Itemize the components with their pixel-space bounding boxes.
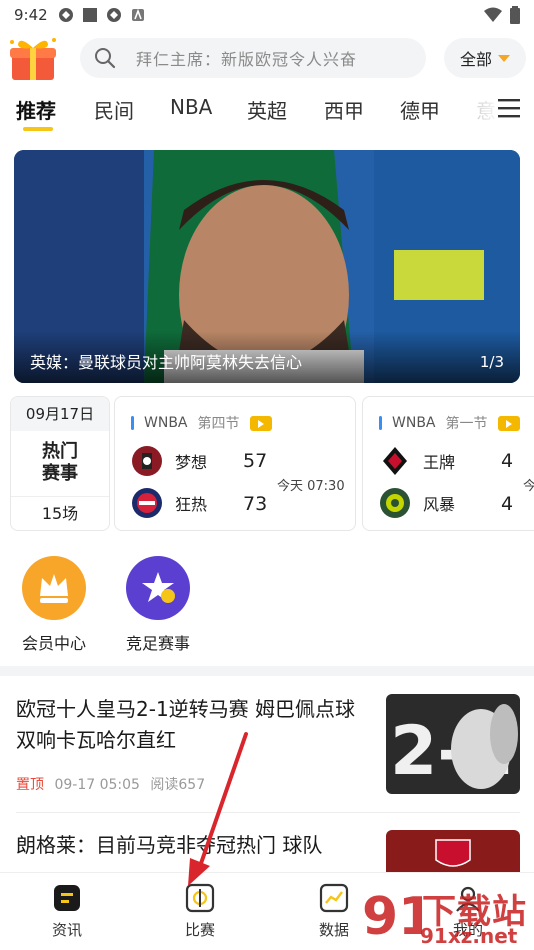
news-item[interactable]: 朗格莱：目前马竞非夺冠热门 球队 bbox=[0, 830, 534, 872]
fever-team-logo-icon bbox=[132, 488, 162, 518]
news-title: 朗格莱：目前马竞非夺冠热门 球队 bbox=[16, 833, 323, 857]
news-thumbnail bbox=[386, 830, 520, 872]
match-card[interactable]: WNBA 第一节 王牌 4 风暴 4 今 bbox=[362, 396, 534, 531]
match-time: 今 bbox=[523, 479, 534, 494]
league-bar bbox=[379, 416, 382, 430]
menu-icon[interactable] bbox=[498, 98, 520, 118]
system-icons bbox=[484, 6, 520, 24]
app-notification-icon-2 bbox=[106, 8, 121, 22]
match-icon bbox=[185, 883, 215, 913]
league-bar bbox=[131, 416, 134, 430]
category-tabs: 推荐 民间 NBA 英超 西甲 德甲 意 bbox=[0, 90, 534, 136]
nav-news[interactable]: 资讯 bbox=[27, 883, 107, 940]
home-team-name: 梦想 bbox=[175, 453, 208, 472]
jingzu-matches-entry[interactable]: 竞足赛事 bbox=[122, 556, 194, 654]
featured-banner[interactable]: 英媒：曼联球员对主帅阿莫林失去信心 1/3 bbox=[14, 150, 520, 383]
hot-matches-title-1: 热门 bbox=[42, 441, 78, 462]
status-bar: 9:42 bbox=[0, 0, 534, 30]
star-ball-icon bbox=[126, 556, 190, 620]
nav-match-label: 比赛 bbox=[184, 921, 215, 939]
league-row: WNBA 第四节 bbox=[131, 413, 272, 433]
all-filter-label: 全部 bbox=[459, 50, 492, 69]
news-date: 09-17 05:05 bbox=[54, 777, 140, 793]
active-tab-indicator bbox=[23, 127, 53, 131]
search-bar[interactable]: 拜仁主席：新版欧冠令人兴奋 bbox=[80, 38, 426, 78]
home-team-name: 王牌 bbox=[423, 453, 456, 472]
league-row: WNBA 第一节 bbox=[379, 413, 520, 433]
tab-recommend[interactable]: 推荐 bbox=[16, 95, 56, 124]
search-icon bbox=[95, 48, 116, 69]
match-phase: 第四节 bbox=[197, 416, 240, 432]
gift-icon[interactable] bbox=[6, 36, 60, 82]
caret-down-icon bbox=[498, 54, 510, 62]
notification-icons bbox=[58, 7, 146, 23]
tab-bundesliga[interactable]: 德甲 bbox=[400, 95, 440, 124]
news-thumbnail: 2-1 bbox=[386, 694, 520, 794]
nav-profile[interactable]: 我的 bbox=[428, 883, 508, 940]
away-team-name: 狂热 bbox=[175, 495, 208, 514]
tab-fade bbox=[462, 90, 502, 130]
news-separator bbox=[16, 812, 520, 813]
news-icon bbox=[54, 885, 80, 911]
away-team-name: 风暴 bbox=[423, 495, 456, 514]
tab-folk[interactable]: 民间 bbox=[94, 95, 134, 124]
dream-team-logo-icon bbox=[132, 446, 162, 476]
match-card[interactable]: WNBA 第四节 梦想 57 狂热 73 今天 07:30 bbox=[114, 396, 356, 531]
wifi-icon bbox=[484, 7, 502, 22]
away-score: 4 bbox=[501, 493, 514, 515]
aces-team-logo-icon bbox=[383, 447, 407, 475]
nav-profile-label: 我的 bbox=[452, 921, 483, 939]
app-notification-icon bbox=[58, 8, 73, 22]
hot-matches-title-2: 赛事 bbox=[42, 463, 78, 484]
tab-premier-league[interactable]: 英超 bbox=[247, 95, 287, 124]
font-notification-icon bbox=[131, 8, 144, 21]
search-placeholder: 拜仁主席：新版欧冠令人兴奋 bbox=[136, 50, 358, 69]
hot-matches-count: 15场 bbox=[11, 496, 109, 530]
jingzu-matches-label: 竞足赛事 bbox=[125, 634, 190, 653]
battery-icon bbox=[510, 6, 520, 24]
square-notification-icon bbox=[82, 8, 97, 22]
banner-caption: 英媒：曼联球员对主帅阿莫林失去信心 bbox=[30, 353, 303, 372]
video-icon bbox=[249, 415, 272, 431]
league-name: WNBA bbox=[392, 415, 436, 431]
profile-icon bbox=[456, 886, 480, 912]
away-team-row: 狂热 bbox=[131, 487, 207, 519]
away-team-row: 风暴 bbox=[379, 487, 455, 519]
pinned-badge: 置顶 bbox=[16, 777, 44, 793]
nav-data[interactable]: 数据 bbox=[294, 883, 374, 940]
match-phase: 第一节 bbox=[445, 416, 488, 432]
section-divider bbox=[0, 666, 534, 676]
chart-icon bbox=[319, 883, 349, 913]
crown-icon bbox=[22, 556, 86, 620]
status-time: 9:42 bbox=[14, 6, 48, 24]
tab-la-liga[interactable]: 西甲 bbox=[324, 95, 364, 124]
hot-matches-date: 09月17日 bbox=[11, 397, 109, 431]
nav-match[interactable]: 比赛 bbox=[160, 883, 240, 940]
all-filter-button[interactable]: 全部 bbox=[444, 38, 526, 78]
hot-matches-card[interactable]: 09月17日 热门 赛事 15场 bbox=[10, 396, 110, 531]
match-time: 今天 07:30 bbox=[277, 479, 345, 494]
member-center-label: 会员中心 bbox=[21, 634, 86, 653]
news-title: 欧冠十人皇马2-1逆转马赛 姆巴佩点球双响卡瓦哈尔直红 bbox=[16, 697, 356, 752]
away-score: 73 bbox=[243, 493, 268, 515]
home-team-row: 王牌 bbox=[379, 445, 455, 477]
nav-data-label: 数据 bbox=[318, 921, 349, 939]
top-header: 拜仁主席：新版欧冠令人兴奋 全部 bbox=[0, 34, 534, 84]
video-icon bbox=[497, 415, 520, 431]
news-item[interactable]: 欧冠十人皇马2-1逆转马赛 姆巴佩点球双响卡瓦哈尔直红 置顶 09-17 05:… bbox=[0, 694, 534, 810]
member-center-entry[interactable]: 会员中心 bbox=[18, 556, 90, 654]
storm-team-logo-icon bbox=[380, 488, 410, 518]
bottom-navigation: 资讯 比赛 数据 我的 bbox=[0, 872, 534, 950]
tab-nba[interactable]: NBA bbox=[170, 95, 212, 119]
banner-pager: 1/3 bbox=[479, 353, 504, 371]
league-name: WNBA bbox=[144, 415, 188, 431]
news-meta: 置顶 09-17 05:05 阅读657 bbox=[16, 774, 205, 794]
home-score: 4 bbox=[501, 450, 514, 472]
home-score: 57 bbox=[243, 450, 268, 472]
home-team-row: 梦想 bbox=[131, 445, 207, 477]
nav-news-label: 资讯 bbox=[51, 921, 82, 939]
news-reads: 阅读657 bbox=[150, 777, 206, 793]
